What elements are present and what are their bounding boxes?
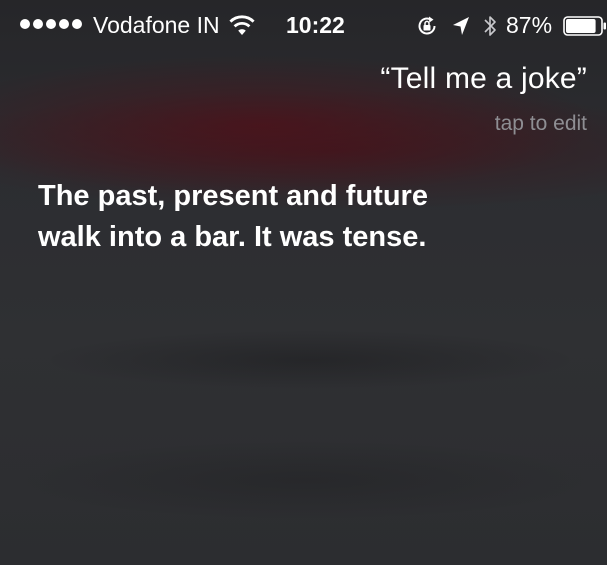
siri-response-line: The past, present and future xyxy=(38,180,428,212)
location-arrow-icon xyxy=(453,17,469,35)
siri-response: The past, present and future walk into a… xyxy=(38,176,508,258)
status-time: 10:22 xyxy=(286,12,345,38)
tap-to-edit-hint[interactable]: tap to edit xyxy=(495,112,587,136)
background-blur xyxy=(10,440,600,520)
signal-dot xyxy=(20,19,30,29)
battery-fill xyxy=(566,19,596,33)
siri-screen: Vodafone IN 10:22 87% “Tell me a joke” t… xyxy=(0,0,607,565)
background-blur xyxy=(40,330,580,390)
siri-response-line: walk into a bar. It was tense. xyxy=(38,221,427,253)
bluetooth-icon xyxy=(484,16,496,36)
signal-dot xyxy=(46,19,56,29)
wifi-icon xyxy=(229,15,255,35)
status-bar: Vodafone IN 10:22 87% xyxy=(0,0,607,52)
siri-query[interactable]: “Tell me a joke” xyxy=(380,62,587,96)
battery-icon xyxy=(563,16,606,36)
rotation-lock-icon xyxy=(418,16,436,35)
signal-strength-icon xyxy=(20,19,82,29)
signal-dot xyxy=(59,19,69,29)
signal-dot xyxy=(33,19,43,29)
signal-dot xyxy=(72,19,82,29)
carrier-name: Vodafone IN xyxy=(93,12,220,38)
battery-percent: 87% xyxy=(506,12,553,38)
